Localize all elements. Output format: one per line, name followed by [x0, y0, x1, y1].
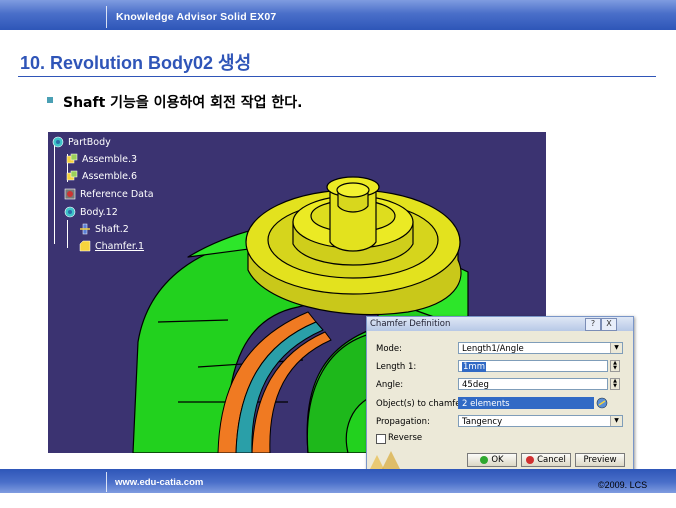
angle-label: Angle: [376, 380, 404, 390]
tree-label-assemble6: Assemble.6 [82, 170, 138, 182]
objects-label: Object(s) to chamfer: [376, 399, 467, 409]
cancel-button[interactable]: Cancel [521, 453, 571, 467]
mode-select[interactable]: Length1/Angle ▼ [458, 342, 623, 354]
preview-button[interactable]: Preview [575, 453, 625, 467]
tree-label-chamfer1: Chamfer.1 [95, 240, 145, 252]
tree-connector [67, 220, 68, 248]
tree-label-assemble3: Assemble.3 [82, 153, 138, 165]
tree-item-shaft2[interactable]: Shaft.2 [79, 222, 129, 236]
title-underline [18, 76, 656, 77]
assemble-icon [66, 153, 78, 165]
footer-divider [106, 472, 107, 492]
footer-url: www.edu-catia.com [115, 477, 204, 488]
ok-icon [480, 456, 489, 464]
tree-label-shaft2: Shaft.2 [95, 223, 129, 235]
shaft-icon [79, 223, 91, 235]
specification-tree: PartBody Assemble.3 Assemble.6 Reference… [48, 132, 208, 262]
tree-item-reference-data[interactable]: Reference Data [64, 187, 154, 201]
length-label: Length 1: [376, 362, 417, 372]
tree-label-partbody: PartBody [68, 136, 111, 148]
tree-label-body12: Body.12 [80, 206, 118, 218]
angle-spinner[interactable]: ▲ ▼ [610, 378, 620, 390]
propagation-label: Propagation: [376, 417, 430, 427]
footer-bar [0, 469, 676, 493]
propagation-select[interactable]: Tangency ▼ [458, 415, 623, 427]
cancel-label: Cancel [537, 455, 566, 465]
angle-value: 45deg [462, 380, 489, 390]
chamfer-definition-dialog: Chamfer Definition ? X Mode: Length1/Ang… [366, 316, 634, 474]
help-button[interactable]: ? [585, 318, 601, 331]
mode-value: Length1/Angle [462, 344, 524, 354]
tree-label-reference-data: Reference Data [80, 188, 154, 200]
tree-item-assemble3[interactable]: Assemble.3 [66, 152, 137, 166]
tree-item-partbody[interactable]: PartBody [52, 135, 111, 149]
propagation-value: Tangency [462, 417, 503, 427]
close-button[interactable]: X [601, 318, 617, 331]
chevron-down-icon: ▼ [610, 343, 622, 353]
header-divider [106, 6, 107, 28]
length-input[interactable]: 1mm [458, 360, 608, 372]
cancel-icon [526, 456, 535, 464]
bullet-bold-text: Shaft [63, 95, 106, 111]
edge-selector-icon[interactable] [596, 397, 608, 409]
angle-input[interactable]: 45deg [458, 378, 608, 390]
length-value: 1mm [462, 362, 486, 372]
chamfer-icon [79, 240, 91, 252]
tree-item-assemble6[interactable]: Assemble.6 [66, 169, 137, 183]
preview-label: Preview [583, 455, 617, 465]
objects-field[interactable]: 2 elements [458, 397, 594, 409]
tree-item-chamfer1[interactable]: Chamfer.1 [79, 239, 144, 253]
assemble-icon [66, 170, 78, 182]
slide-title: 10. Revolution Body02 생성 [20, 53, 252, 73]
ok-label: OK [491, 455, 504, 465]
header-bar [0, 0, 676, 30]
dialog-title: Chamfer Definition [370, 319, 451, 329]
tree-item-body12[interactable]: Body.12 [64, 205, 118, 219]
length-spinner[interactable]: ▲ ▼ [610, 360, 620, 372]
bullet-square-icon [47, 97, 53, 103]
bullet-rest-text: 기능을 이용하여 회전 작업 한다. [105, 95, 303, 111]
header-title: Knowledge Advisor Solid EX07 [116, 11, 277, 23]
part-gear-icon [52, 136, 64, 148]
tree-connector [54, 144, 55, 244]
ok-button[interactable]: OK [467, 453, 517, 467]
yellow-shaft-cap-top [336, 182, 370, 198]
objects-value: 2 elements [462, 399, 510, 409]
footer-copyright: ©2009. LCS [598, 480, 648, 490]
mode-label: Mode: [376, 344, 403, 354]
reference-icon [64, 188, 76, 200]
bullet-text: Shaft 기능을 이용하여 회전 작업 한다. [63, 92, 302, 112]
body-gear-icon [64, 206, 76, 218]
reverse-label: Reverse [388, 433, 423, 443]
chevron-down-icon: ▼ [610, 416, 622, 426]
